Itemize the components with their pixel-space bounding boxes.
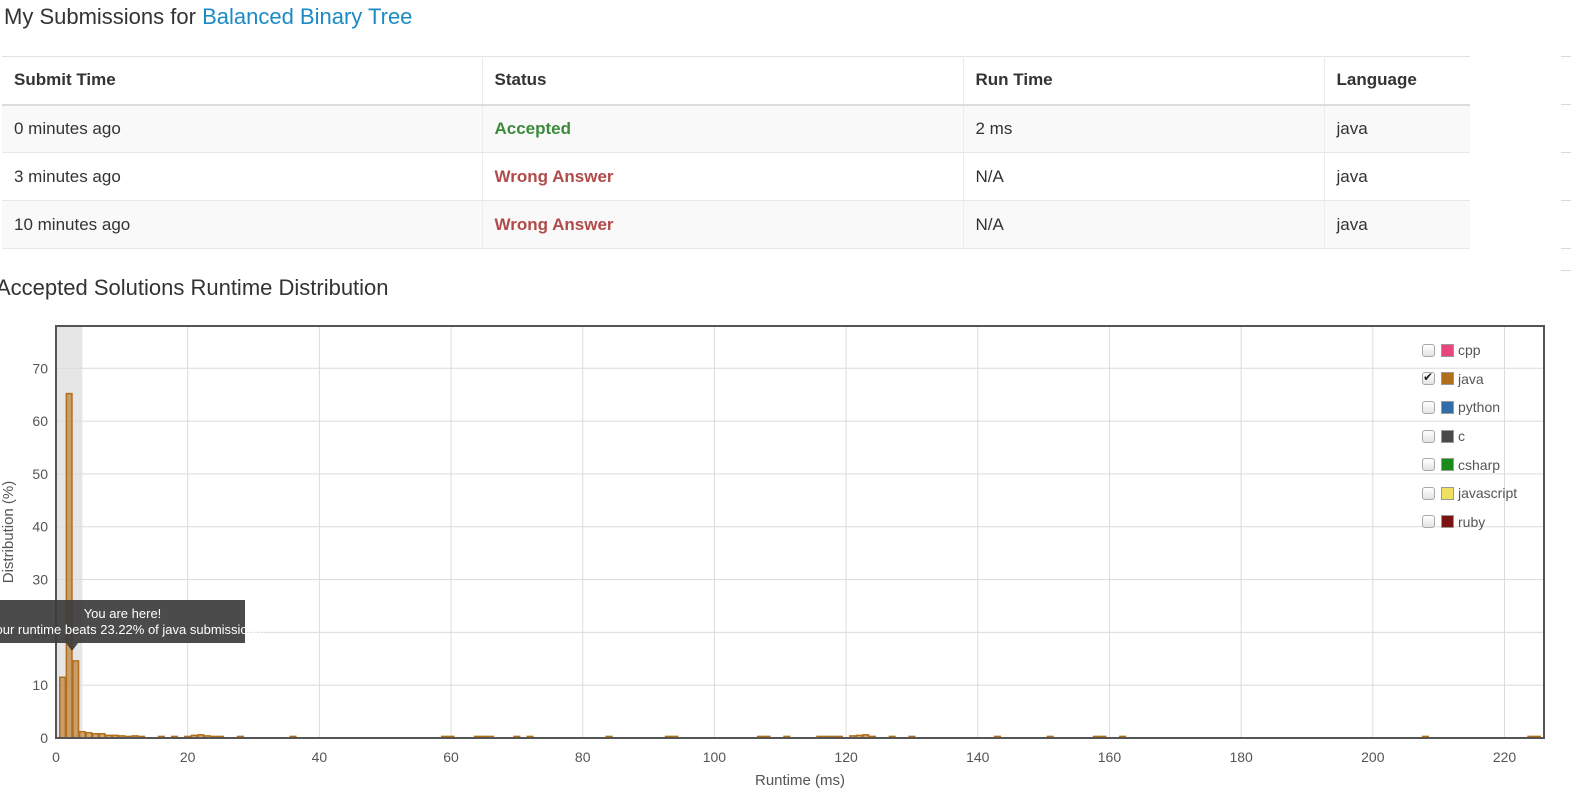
y-tick-label: 0 (40, 730, 48, 746)
bar-java-3[interactable] (72, 660, 80, 739)
checkbox-cpp[interactable] (1422, 343, 1435, 357)
checkbox-java[interactable] (1422, 370, 1435, 386)
legend-item-java[interactable]: java (1422, 365, 1542, 394)
legend-label: c (1458, 428, 1465, 445)
run-time-cell: N/A (963, 152, 1325, 201)
divider (1561, 248, 1571, 249)
legend-label: ruby (1458, 513, 1486, 530)
legend-label: cpp (1458, 342, 1481, 359)
table-row: 3 minutes ago Wrong Answer N/A java (2, 152, 1470, 201)
status-link[interactable]: Wrong Answer (495, 215, 614, 234)
y-tick-label: 40 (32, 519, 48, 535)
swatch-javascript (1441, 486, 1454, 500)
y-tick-label: 50 (32, 466, 48, 482)
language-cell: java (1336, 214, 1368, 234)
plot-area (56, 326, 1544, 738)
x-axis-label: Runtime (ms) (755, 772, 845, 789)
swatch-csharp (1441, 458, 1454, 472)
run-time-cell: 2 ms (963, 104, 1325, 153)
legend-item-cpp[interactable]: cpp (1422, 336, 1542, 365)
tooltip-arrow (66, 643, 78, 651)
x-tick-label: 80 (575, 749, 591, 765)
legend-item-ruby[interactable]: ruby (1422, 508, 1542, 537)
column-header-language: Language (1336, 70, 1417, 90)
divider (1561, 104, 1571, 105)
x-tick-label: 60 (443, 749, 459, 765)
legend-item-csharp[interactable]: csharp (1422, 450, 1542, 479)
x-tick-label: 20 (180, 749, 196, 765)
table-header-row: Submit Time Status Run Time Language (2, 56, 1470, 105)
x-tick-label: 180 (1229, 749, 1253, 765)
runtime-distribution-chart: 0204060801001201401601802002200102030405… (0, 325, 1545, 789)
page-title: My Submissions for Balanced Binary Tree (4, 4, 412, 30)
y-tick-label: 70 (32, 360, 48, 376)
x-tick-label: 120 (834, 749, 858, 765)
submit-time-cell: 10 minutes ago (2, 200, 483, 249)
swatch-java (1441, 372, 1454, 386)
problem-link[interactable]: Balanced Binary Tree (202, 4, 412, 29)
tooltip-line-2: Your runtime beats 23.22% of java submis… (0, 622, 266, 637)
y-tick-label: 30 (32, 572, 48, 588)
x-tick-label: 160 (1098, 749, 1122, 765)
swatch-python (1441, 400, 1454, 414)
swatch-ruby (1441, 515, 1454, 529)
legend-label: java (1458, 370, 1484, 387)
swatch-c (1441, 429, 1454, 443)
page-title-prefix: My Submissions for (4, 4, 196, 29)
legend-label: javascript (1458, 485, 1518, 502)
divider (1561, 152, 1571, 153)
section-title: Accepted Solutions Runtime Distribution (0, 275, 389, 300)
column-header-submit-time: Submit Time (2, 56, 483, 105)
run-time-cell: N/A (963, 200, 1325, 249)
language-cell: java (1336, 166, 1368, 186)
checkbox-javascript[interactable] (1422, 486, 1435, 500)
divider (1561, 56, 1571, 57)
legend-item-c[interactable]: c (1422, 422, 1542, 451)
swatch-cpp (1441, 343, 1454, 357)
submit-time-cell: 0 minutes ago (2, 104, 483, 153)
checkbox-csharp[interactable] (1422, 458, 1435, 472)
checkbox-ruby[interactable] (1422, 515, 1435, 529)
divider (1561, 200, 1571, 201)
chart-legend: cpp java python c csharp javascript ruby (1422, 336, 1542, 536)
x-tick-label: 200 (1361, 749, 1385, 765)
tooltip-line-1: You are here! (83, 606, 162, 621)
x-tick-label: 100 (703, 749, 727, 765)
column-header-run-time: Run Time (963, 56, 1325, 105)
legend-item-javascript[interactable]: javascript (1422, 479, 1542, 508)
checkbox-c[interactable] (1422, 429, 1435, 443)
legend-label: python (1458, 399, 1501, 416)
bar-java-1[interactable] (59, 676, 67, 739)
y-tick-label: 60 (32, 413, 48, 429)
y-tick-label: 10 (32, 677, 48, 693)
table-row: 0 minutes ago Accepted 2 ms java (2, 104, 1470, 153)
language-cell: java (1336, 118, 1368, 138)
column-header-status: Status (482, 56, 964, 105)
status-link[interactable]: Accepted (495, 119, 572, 138)
x-tick-label: 0 (52, 749, 60, 765)
legend-label: csharp (1458, 456, 1501, 473)
x-tick-label: 140 (966, 749, 990, 765)
table-row: 10 minutes ago Wrong Answer N/A java (2, 200, 1470, 249)
status-link[interactable]: Wrong Answer (495, 167, 614, 186)
x-tick-label: 220 (1493, 749, 1517, 765)
bar-java-2[interactable] (65, 392, 73, 739)
legend-item-python[interactable]: python (1422, 393, 1542, 422)
submit-time-cell: 3 minutes ago (2, 152, 483, 201)
x-tick-label: 40 (312, 749, 328, 765)
submissions-table: Submit Time Status Run Time Language 0 m… (2, 56, 1470, 249)
you-are-here-tooltip: You are here! Your runtime beats 23.22% … (0, 600, 266, 651)
y-axis-label: Distribution (%) (0, 481, 17, 584)
divider (1561, 270, 1571, 271)
checkbox-python[interactable] (1422, 400, 1435, 414)
